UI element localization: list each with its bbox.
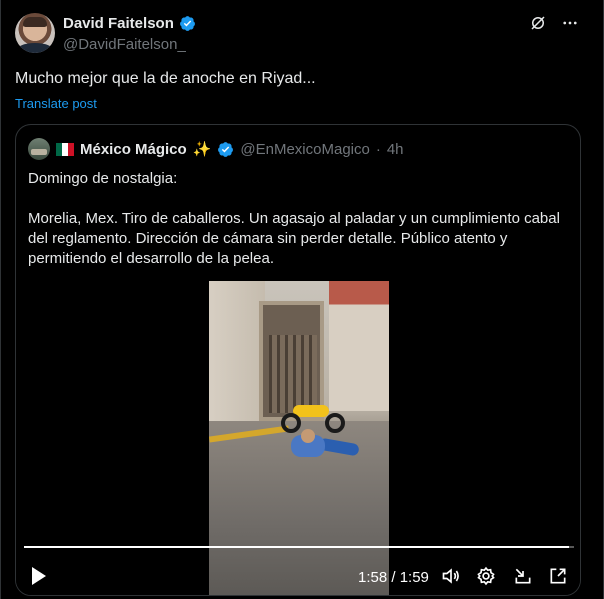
video-time: 1:58 / 1:59 bbox=[358, 569, 429, 586]
play-icon[interactable] bbox=[30, 566, 48, 586]
quoted-paragraph-1: Domingo de nostalgia: bbox=[28, 170, 178, 187]
video-controls: 1:58 / 1:59 bbox=[16, 556, 580, 595]
quoted-post-text: Domingo de nostalgia: Morelia, Mex. Tiro… bbox=[28, 169, 573, 289]
settings-icon[interactable] bbox=[476, 566, 496, 586]
post-actions-top bbox=[529, 14, 579, 32]
quoted-post[interactable]: México Mágico ✨ @EnMexicoMagico · 4h Dom… bbox=[15, 124, 581, 596]
author-display-name[interactable]: David Faitelson bbox=[63, 15, 174, 32]
video-progress-bar[interactable] bbox=[24, 546, 574, 548]
video-player[interactable]: 1:58 / 1:59 bbox=[16, 280, 580, 595]
volume-icon[interactable] bbox=[440, 566, 462, 586]
mexico-flag-icon bbox=[56, 142, 74, 156]
quoted-verified-badge-icon bbox=[218, 141, 234, 157]
exit-fullscreen-icon[interactable] bbox=[513, 566, 533, 586]
author-handle[interactable]: @DavidFaitelson_ bbox=[63, 36, 186, 53]
verified-badge-icon bbox=[179, 16, 195, 31]
sparkles-emoji: ✨ bbox=[192, 141, 212, 158]
quoted-post-time[interactable]: 4h bbox=[387, 141, 404, 158]
video-frame[interactable] bbox=[209, 281, 389, 595]
grok-icon[interactable] bbox=[529, 14, 547, 32]
author-avatar[interactable] bbox=[15, 13, 55, 53]
post-text: Mucho mejor que la de anoche en Riyad... bbox=[15, 70, 316, 87]
video-progress-fill bbox=[24, 546, 569, 548]
fullscreen-icon[interactable] bbox=[548, 566, 568, 586]
quoted-author-handle[interactable]: @EnMexicoMagico bbox=[240, 141, 369, 158]
translate-post-link[interactable]: Translate post bbox=[15, 96, 97, 111]
author-name-row: David Faitelson bbox=[63, 15, 196, 32]
post: David Faitelson @DavidFaitelson_ Mucho m… bbox=[0, 0, 604, 599]
quoted-author-avatar[interactable] bbox=[28, 138, 50, 160]
quoted-post-header: México Mágico ✨ @EnMexicoMagico · 4h bbox=[28, 138, 404, 160]
more-icon[interactable] bbox=[561, 14, 579, 32]
quoted-paragraph-2: Morelia, Mex. Tiro de caballeros. Un aga… bbox=[28, 210, 560, 267]
quoted-author-display-name[interactable]: México Mágico bbox=[80, 141, 187, 158]
meta-separator: · bbox=[375, 140, 381, 158]
